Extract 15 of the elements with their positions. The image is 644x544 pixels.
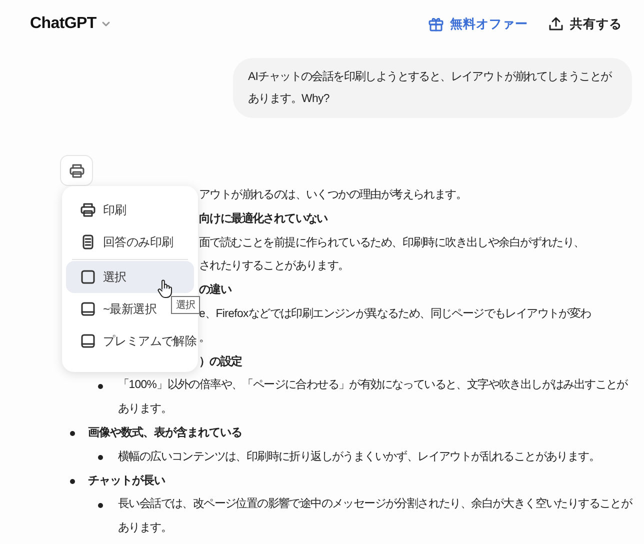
answer-heading: 向けに最適化されていない (199, 211, 328, 227)
answer-heading: の違い (199, 282, 232, 298)
tooltip: 選択 (171, 296, 200, 314)
user-message-bubble: AIチャットの会話を印刷しようとすると、レイアウトが崩れてしまうことがあります。Why? (233, 58, 632, 118)
answer-text: されたりすることがあります。 (199, 259, 349, 274)
answer-heading: チャットが長い (88, 474, 165, 489)
answer-text: 。 (199, 330, 210, 346)
answer-text: 「100%」以外の倍率や、「ページに合わせる」が有効になっていると、文字や吹き出しがはみ出すことがあります。 (118, 377, 629, 418)
answer-text: アウトが崩れるのは、いくつかの理由が考えられます。 (199, 188, 467, 203)
answer-text: 長い会話では、改ページ位置の影響で途中のメッセージが分割されたり、余白が大きく空いたりすることがあります。 (118, 496, 634, 536)
answer-text: 面で読むことを前提に作られているため、印刷時に吹き出しや余白がずれたり、 (199, 236, 584, 251)
app-title: ChatGPT (30, 15, 96, 33)
answer-heading: ）の設定 (199, 354, 242, 370)
answer-heading: 画像や数式、表が含まれている (88, 425, 242, 441)
answer-text: 横幅の広いコンテンツは、印刷時に折り返しがうまくいかず、レイアウトが乱れることがあります。 (118, 449, 600, 465)
